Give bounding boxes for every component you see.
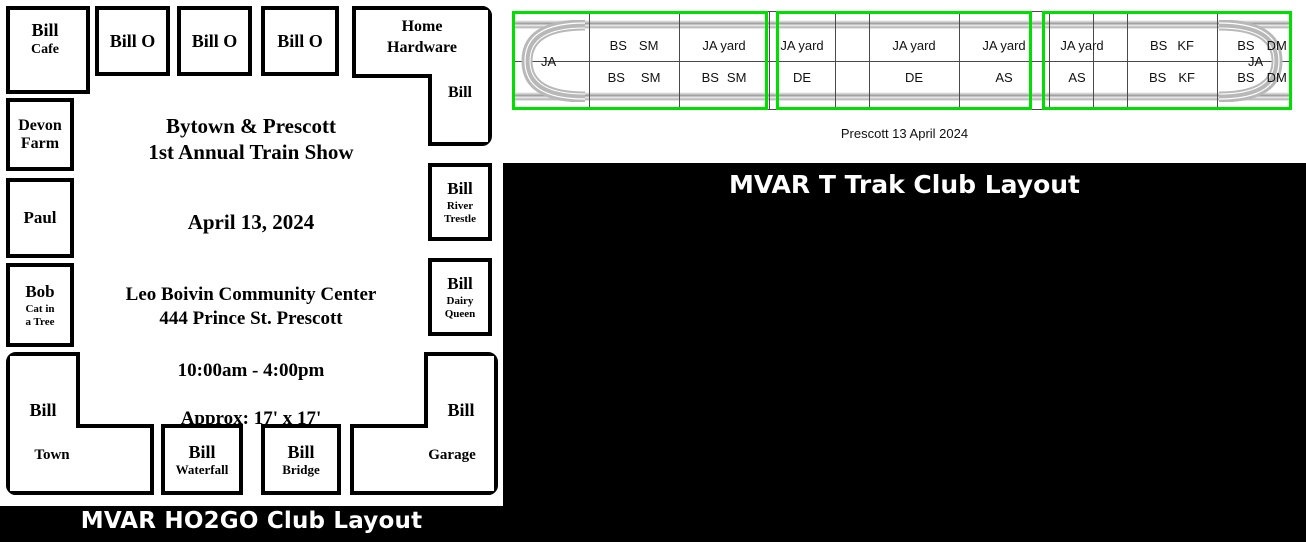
ttrak-cell-top: BS DM: [1217, 30, 1306, 61]
module-label-billo1: Bill O: [109, 30, 156, 51]
module-label-hh-line1: Home: [401, 18, 443, 35]
show-venue-line1: Leo Boivin Community Center: [125, 283, 377, 305]
module-bill-bridge: Bill Bridge: [261, 424, 341, 495]
ttrak-caption: Prescott 13 April 2024: [840, 126, 969, 141]
ttrak-cell-top: JA yard: [679, 30, 769, 61]
module-label-garage-1: Bill: [447, 400, 475, 420]
module-label-cafe-sub: Cafe: [31, 42, 59, 57]
module-bob: Bob Cat in a Tree: [6, 263, 74, 347]
module-label-bob-3: a Tree: [25, 315, 55, 328]
cell-label-right: DM: [1266, 70, 1287, 85]
module-label-hh-line2: Hardware: [387, 39, 457, 56]
left-loop-label: JA: [541, 54, 557, 69]
cell-label-left: BS: [701, 70, 719, 85]
ttrak-cell-bottom: BS DM: [1217, 62, 1306, 93]
module-bill-o-3: Bill O: [261, 6, 339, 76]
ttrak-cell-bottom: AS: [959, 62, 1049, 93]
module-bill-o-2: Bill O: [177, 6, 252, 76]
module-label-hh-line3: Bill: [447, 84, 472, 101]
ho2go-caption: MVAR HO2GO Club Layout: [80, 508, 423, 534]
module-label-waterfall-1: Bill: [188, 441, 216, 462]
ttrak-cell-top: JA yard: [959, 30, 1049, 61]
show-info-text-block: Bytown & Prescott 1st Annual Train Show …: [75, 95, 427, 429]
module-label-waterfall-2: Waterfall: [175, 461, 229, 477]
module-label-cafe-title: Bill: [31, 20, 59, 40]
cell-label-left: AS: [995, 70, 1013, 85]
cell-label-left: JA yard: [892, 38, 936, 53]
ttrak-cell-top: JA yard: [761, 30, 843, 61]
show-title-line1: Bytown & Prescott: [166, 114, 336, 138]
cell-label-left: BS: [1237, 70, 1255, 85]
cell-label-left: DE: [792, 70, 812, 85]
module-label-garage-2: Garage: [428, 447, 476, 463]
module-label-river-3: Trestle: [444, 212, 476, 225]
ttrak-cell-bottom: AS: [1041, 62, 1113, 93]
cell-label-left: BS: [1150, 38, 1168, 53]
show-size: Approx: 17' x 17': [180, 407, 322, 429]
ttrak-cell-top: JA yard: [1041, 30, 1123, 61]
ttrak-cell-top: BS SM: [589, 30, 679, 61]
cell-label-right: KF: [1178, 70, 1195, 85]
module-devon-farm: Devon Farm: [6, 98, 74, 171]
module-label-bridge-1: Bill: [287, 441, 315, 462]
module-label-devon-1: Devon: [18, 116, 62, 134]
cell-label-left: BS: [609, 38, 627, 53]
module-label-bridge-2: Bridge: [282, 461, 320, 477]
module-label-river-2: River: [446, 200, 474, 213]
module-paul: Paul: [6, 178, 74, 258]
module-label-bob-1: Bob: [25, 282, 55, 302]
cell-label-right: DM: [1266, 38, 1287, 53]
cell-label-left: BS: [607, 70, 625, 85]
module-label-billo3: Bill O: [277, 30, 323, 51]
module-bill-o-1: Bill O: [95, 6, 170, 76]
ttrak-title: MVAR T Trak Club Layout: [729, 170, 1080, 199]
module-label-bob-2: Cat in: [25, 303, 55, 316]
show-date: April 13, 2024: [187, 209, 315, 234]
ttrak-cell-bottom: BS KF: [1127, 62, 1217, 93]
ttrak-frame: JA JA BS SM JA yard JA yard JA yard JA y…: [512, 11, 1292, 110]
cell-label-left: JA yard: [702, 38, 746, 53]
module-bill-dairy-queen: Bill Dairy Queen: [428, 258, 492, 336]
module-label-dq-2: Dairy: [446, 295, 474, 308]
ttrak-cell-bottom: DE: [869, 62, 959, 93]
track-band-top: [513, 20, 1291, 29]
cell-label-right: SM: [726, 70, 747, 85]
module-label-dq-1: Bill: [447, 274, 473, 294]
ttrak-cell-top: JA yard: [869, 30, 959, 61]
cell-label-left: AS: [1068, 70, 1086, 85]
show-title-line2: 1st Annual Train Show: [148, 140, 354, 165]
cell-label-right: SM: [640, 70, 661, 85]
cell-label-left: DE: [904, 70, 924, 85]
module-label-paul: Paul: [23, 208, 57, 228]
module-label-billo2: Bill O: [191, 30, 238, 51]
cell-label-left: BS: [1149, 70, 1167, 85]
module-label-river-1: Bill: [447, 179, 473, 199]
show-venue-line2: 444 Prince St. Prescott: [159, 308, 343, 330]
module-bill-river-trestle: Bill River Trestle: [428, 163, 492, 241]
module-label-town-2: Town: [34, 447, 70, 463]
cell-label-right: KF: [1177, 38, 1194, 53]
ho2go-layout-panel: Bill Cafe Bill O Bill O Bill O Home Hard…: [0, 0, 503, 506]
ttrak-cell-bottom: BS SM: [679, 62, 769, 93]
ttrak-cell-bottom: DE: [769, 62, 835, 93]
module-label-devon-2: Farm: [20, 134, 60, 152]
ttrak-cell-bottom: BS SM: [589, 62, 679, 93]
cell-label-left: JA yard: [982, 38, 1026, 53]
cell-label-left: JA yard: [780, 38, 824, 53]
show-hours: 10:00am - 4:00pm: [177, 359, 325, 381]
module-bill-cafe: Bill Cafe: [6, 6, 90, 94]
track-band-bottom: [513, 92, 1291, 101]
module-label-town-1: Bill: [29, 400, 57, 420]
cell-label-left: JA yard: [1060, 38, 1104, 53]
module-bill-waterfall: Bill Waterfall: [161, 424, 243, 495]
ttrak-cell-top: BS KF: [1127, 30, 1217, 61]
module-label-dq-3: Queen: [444, 307, 476, 320]
cell-label-left: BS: [1237, 38, 1255, 53]
cell-label-right: SM: [638, 38, 659, 53]
